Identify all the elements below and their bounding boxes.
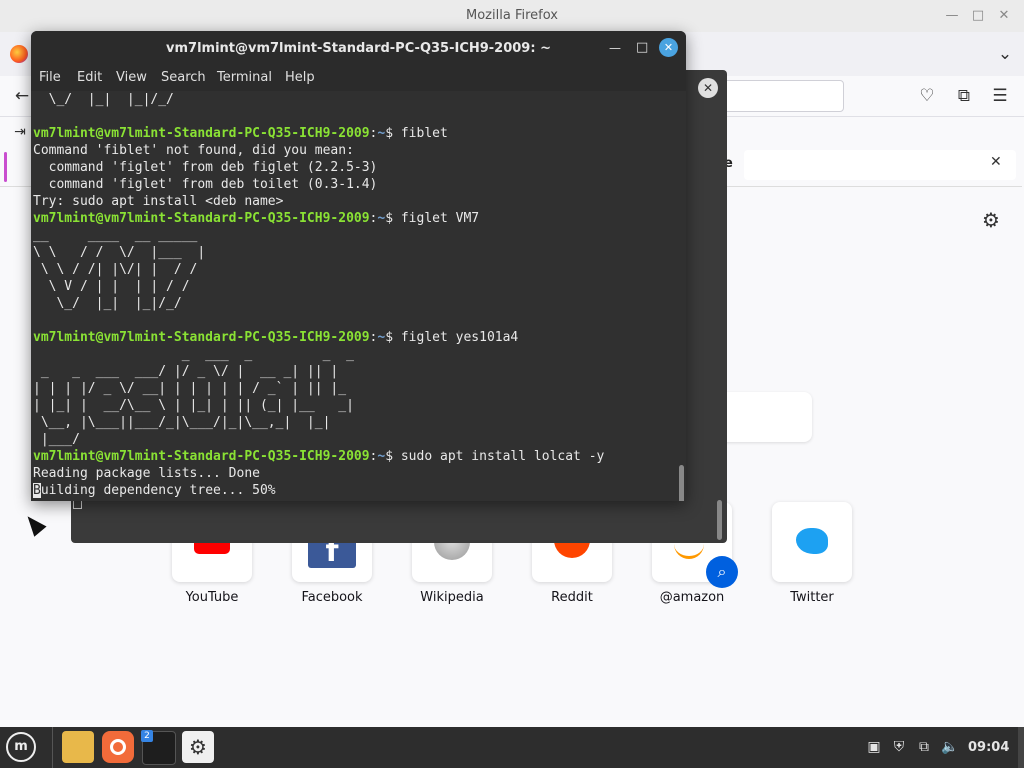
firefox-window-title: Mozilla Firefox — [466, 8, 558, 23]
shortcut-label-amazon: @amazon — [659, 590, 725, 605]
network-tray-icon[interactable]: ⧉ — [914, 739, 934, 755]
show-desktop-button[interactable] — [1018, 727, 1024, 768]
terminal-scrollbar-thumb[interactable] — [679, 465, 684, 501]
prompt-symbol: $ — [385, 449, 401, 464]
minimize-button[interactable]: — — [942, 6, 962, 26]
close-window-button[interactable]: ✕ — [994, 6, 1014, 26]
settings-gear-icon[interactable]: ⚙ — [982, 208, 1000, 232]
firefox-app-icon[interactable] — [102, 731, 134, 763]
prompt-symbol: $ — [385, 211, 401, 226]
terminal-line: __ ____ __ _____ — [33, 228, 198, 243]
prompt-symbol: $ — [385, 330, 401, 345]
terminal-close-button[interactable]: ✕ — [659, 38, 678, 57]
menu-search[interactable]: Search — [161, 70, 206, 85]
terminal-line: \__, |\___||___/_|\___/|_|\__,_| |_| — [33, 415, 331, 430]
terminal-line: |___/ — [33, 432, 80, 447]
terminal-menubar: File Edit View Search Terminal Help — [31, 65, 686, 91]
prompt-command: fiblet — [400, 126, 448, 141]
terminal-line: vm7lmint@vm7lmint-Standard-PC-Q35-ICH9-2… — [33, 125, 676, 142]
taskbar-divider — [52, 727, 53, 768]
terminal-titlebar[interactable]: vm7lmint@vm7lmint-Standard-PC-Q35-ICH9-2… — [31, 31, 686, 65]
terminal-line: vm7lmint@vm7lmint-Standard-PC-Q35-ICH9-2… — [33, 210, 676, 227]
terminal-line: vm7lmint@vm7lmint-Standard-PC-Q35-ICH9-2… — [33, 329, 676, 346]
prompt-symbol: $ — [385, 126, 401, 141]
prompt-command: sudo apt install lolcat -y — [400, 449, 605, 464]
terminal-line: Command 'fiblet' not found, did you mean… — [33, 143, 354, 158]
maximize-button[interactable]: □ — [968, 6, 988, 26]
terminal-line: Try: sudo apt install <deb name> — [33, 194, 284, 209]
terminal-window-count-badge: 2 — [141, 730, 153, 742]
menu-hamburger-icon[interactable]: ☰ — [988, 84, 1012, 108]
terminal-line: Building dependency tree... 50% — [33, 482, 676, 499]
terminal-line: Reading package lists... Done — [33, 466, 260, 481]
terminal-line: command 'figlet' from deb figlet (2.2.5-… — [33, 160, 378, 175]
clipboard-tray-icon[interactable]: ▣ — [864, 739, 884, 755]
shortcut-label-twitter: Twitter — [790, 590, 834, 605]
tab-list-chevron-icon[interactable]: ⌄ — [993, 42, 1017, 66]
menu-file[interactable]: File — [39, 70, 61, 85]
shortcut-label-reddit: Reddit — [551, 590, 593, 605]
prompt-user-host: vm7lmint@vm7lmint-Standard-PC-Q35-ICH9-2… — [33, 330, 370, 345]
url-bar[interactable] — [722, 80, 844, 112]
notification-accent — [4, 152, 7, 182]
terminal-window[interactable]: vm7lmint@vm7lmint-Standard-PC-Q35-ICH9-2… — [31, 31, 686, 501]
firefox-app-glyph — [110, 739, 126, 755]
terminal-line: \ \ / / \/ |___ | — [33, 245, 206, 260]
terminal-minimize-button[interactable]: — — [609, 41, 621, 55]
firefox-tab-icon[interactable] — [10, 45, 28, 63]
background-dialog-checkbox[interactable] — [73, 500, 82, 509]
terminal-title: vm7lmint@vm7lmint-Standard-PC-Q35-ICH9-2… — [166, 41, 551, 56]
terminal-line: | |_| | __/\__ \ | |_| | || (_| |__ _| — [33, 398, 354, 413]
background-dialog-close-icon[interactable]: ✕ — [698, 78, 718, 98]
prompt-user-host: vm7lmint@vm7lmint-Standard-PC-Q35-ICH9-2… — [33, 449, 370, 464]
background-dialog-scrollbar[interactable] — [717, 500, 722, 540]
shortcut-twitter[interactable] — [772, 502, 852, 582]
prompt-command: figlet VM7 — [400, 211, 480, 226]
terminal-output[interactable]: \_/ |_| |_|/_/ vm7lmint@vm7lmint-Standard… — [33, 91, 676, 501]
prompt-user-host: vm7lmint@vm7lmint-Standard-PC-Q35-ICH9-2… — [33, 126, 370, 141]
prompt-command: figlet yes101a4 — [400, 330, 519, 345]
search-shortcut-icon[interactable]: ⌕ — [706, 556, 738, 588]
terminal-line: | | | |/ _ \/ __| | | | | | / _` | || |_ — [33, 381, 347, 396]
terminal-line-text: uilding dependency tree... 50% — [40, 483, 276, 498]
shortcut-label-wikipedia: Wikipedia — [420, 590, 484, 605]
terminal-line: vm7lmint@vm7lmint-Standard-PC-Q35-ICH9-2… — [33, 448, 676, 465]
shortcut-label-facebook: Facebook — [301, 590, 363, 605]
terminal-scrollbar[interactable] — [677, 91, 686, 501]
notification-pill: e — [724, 150, 1016, 180]
terminal-line: command 'figlet' from deb toilet (0.3-1.… — [33, 177, 378, 192]
menu-edit[interactable]: Edit — [77, 70, 102, 85]
update-shield-tray-icon[interactable]: ⛨ — [889, 739, 909, 755]
notification-close-icon[interactable]: ✕ — [990, 154, 1002, 170]
volume-tray-icon[interactable]: 🔈 — [940, 739, 960, 755]
terminal-maximize-button[interactable]: □ — [636, 40, 648, 55]
menu-help[interactable]: Help — [285, 70, 315, 85]
firefox-titlebar: Mozilla Firefox — □ ✕ — [0, 0, 1024, 32]
prompt-user-host: vm7lmint@vm7lmint-Standard-PC-Q35-ICH9-2… — [33, 211, 370, 226]
extensions-icon[interactable]: ⧉ — [952, 84, 976, 108]
taskbar: m 2 ⚙ ▣ ⛨ ⧉ 🔈 09:04 — [0, 727, 1024, 768]
menu-terminal[interactable]: Terminal — [217, 70, 272, 85]
shortcut-label-youtube: YouTube — [185, 590, 239, 605]
pocket-icon[interactable]: ♡ — [915, 84, 939, 108]
twitter-icon — [796, 528, 828, 554]
terminal-app-icon[interactable]: 2 — [141, 730, 176, 765]
terminal-line: \_/ |_| |_|/_/ — [33, 92, 174, 107]
clock[interactable]: 09:04 — [968, 740, 1009, 755]
mint-menu-icon[interactable]: m — [6, 732, 36, 762]
files-app-icon[interactable] — [62, 731, 94, 763]
terminal-line: \_/ |_| |_|/_/ — [33, 296, 182, 311]
terminal-line: _ _ ___ ___/ |/ _ \/ | __ _| || | — [33, 364, 339, 379]
terminal-line: \ V / | | | | / / — [33, 279, 190, 294]
sign-in-icon[interactable]: ⇥ — [8, 120, 32, 144]
menu-view[interactable]: View — [116, 70, 147, 85]
terminal-cursor: B — [33, 483, 41, 498]
settings-app-icon[interactable]: ⚙ — [182, 731, 214, 763]
terminal-line: \ \ / /| |\/| | / / — [33, 262, 198, 277]
terminal-line: _ ___ _ _ _ — [33, 347, 354, 362]
